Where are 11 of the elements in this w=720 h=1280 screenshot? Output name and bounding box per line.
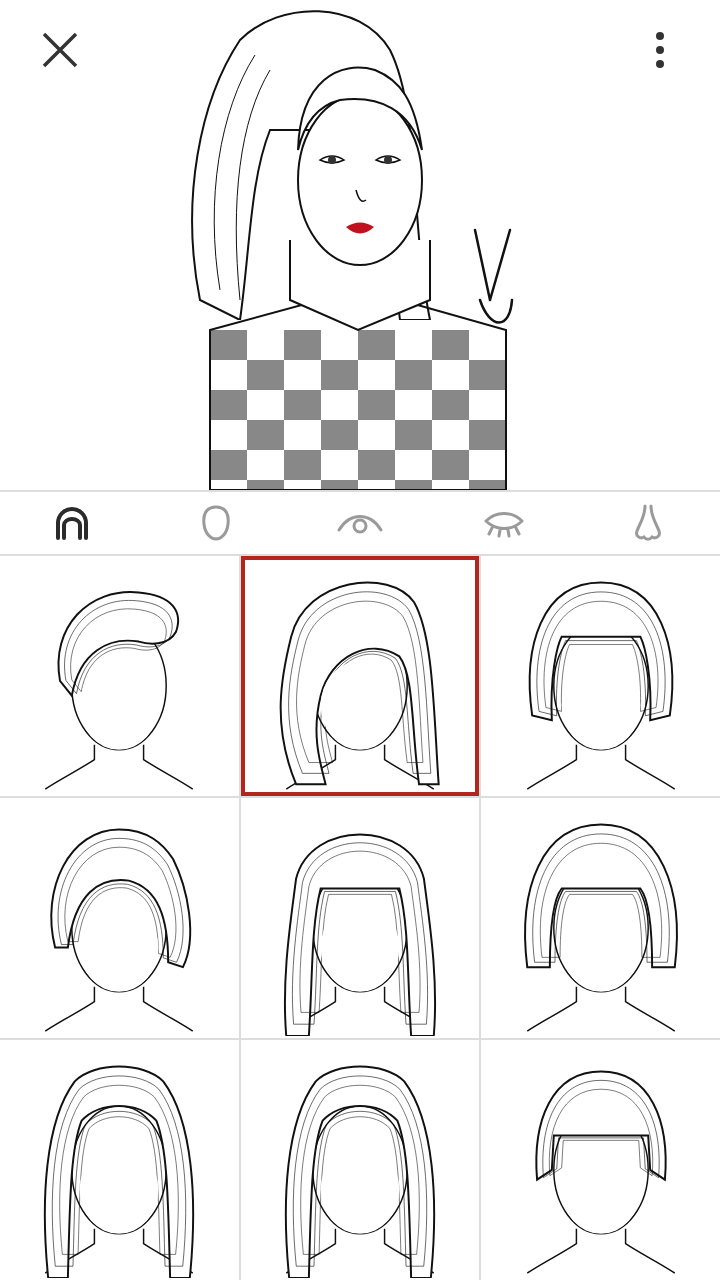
head-icon xyxy=(199,504,233,542)
hairstyle-option[interactable] xyxy=(0,798,239,1038)
hairstyle-option[interactable] xyxy=(481,798,720,1038)
hairstyle-option[interactable] xyxy=(481,1040,720,1280)
hairstyle-option[interactable] xyxy=(240,1040,480,1280)
hairstyle-option[interactable] xyxy=(481,556,720,796)
close-icon xyxy=(42,32,78,68)
more-icon xyxy=(655,31,665,69)
hairstyle-option[interactable] xyxy=(240,798,480,1038)
hairstyle-option[interactable] xyxy=(240,556,480,796)
hairstyle-option[interactable] xyxy=(0,1040,239,1280)
